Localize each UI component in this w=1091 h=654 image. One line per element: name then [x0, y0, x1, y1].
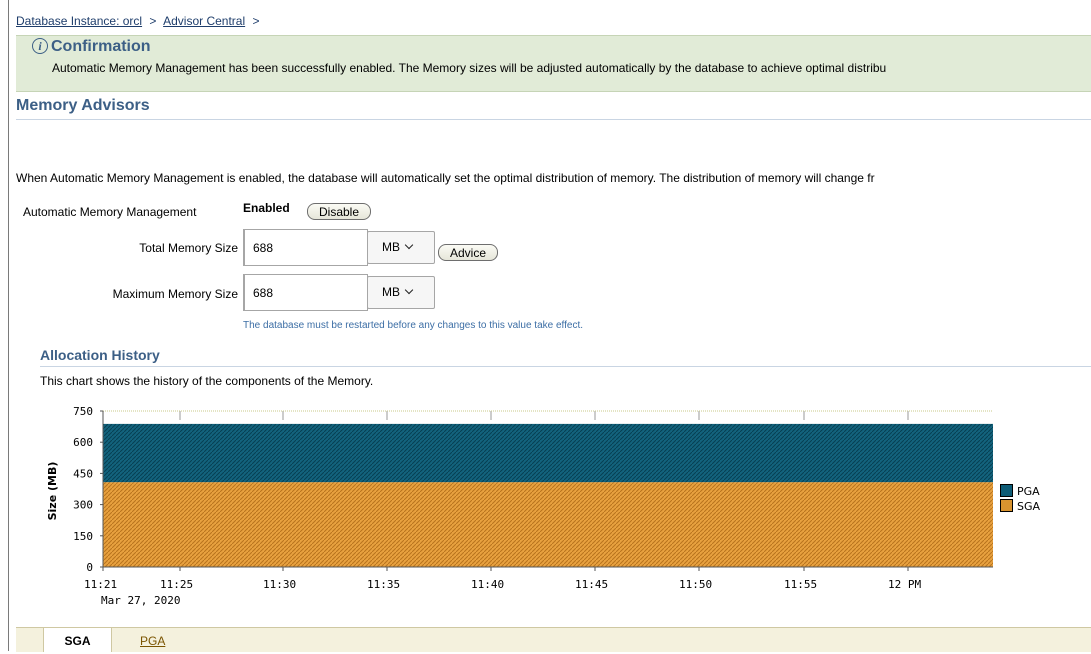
- intro-text: When Automatic Memory Management is enab…: [16, 171, 875, 185]
- allocation-history-description: This chart shows the history of the comp…: [40, 374, 374, 388]
- y-axis-label: Size (MB): [46, 462, 59, 521]
- total-memory-unit-value: MB: [382, 240, 400, 254]
- chart-grid: [102, 410, 993, 420]
- max-memory-unit-select[interactable]: MB: [367, 276, 435, 309]
- page-left-border: [8, 0, 9, 651]
- legend-label-sga: SGA: [1017, 500, 1041, 513]
- x-tick-label: 11:25: [160, 578, 193, 591]
- x-tick-label: 11:50: [679, 578, 712, 591]
- x-tick-label: 11:30: [263, 578, 296, 591]
- restart-hint: The database must be restarted before an…: [243, 320, 584, 331]
- legend-swatch-pga: [1000, 484, 1013, 497]
- x-tick-label: 11:35: [367, 578, 400, 591]
- confirmation-box: i Confirmation Automatic Memory Managemen…: [16, 35, 1091, 92]
- y-tick-label: 750: [73, 405, 93, 418]
- allocation-history-title: Allocation History: [40, 347, 160, 363]
- max-memory-unit-value: MB: [382, 285, 400, 299]
- x-tick-label: 11:21: [84, 578, 117, 591]
- x-tick-label: 12 PM: [888, 578, 921, 591]
- y-tick-label: 0: [86, 561, 93, 574]
- chart-areas: [103, 423, 993, 567]
- area-sga: [103, 482, 993, 567]
- breadcrumb-separator: >: [149, 14, 157, 28]
- allocation-history-chart: 0 150 300 450 600 750 11:21 11:25 11:30 11:35 11:4…: [46, 405, 993, 607]
- y-tick-label: 600: [73, 436, 93, 449]
- confirmation-message: Automatic Memory Management has been suc…: [52, 61, 887, 75]
- confirmation-title: i Confirmation: [32, 38, 151, 56]
- area-pga: [103, 423, 993, 483]
- x-date-label: Mar 27, 2020: [101, 594, 180, 607]
- legend-item-pga: PGA: [1000, 484, 1040, 499]
- breadcrumb-link-database-instance[interactable]: Database Instance: orcl: [16, 14, 142, 28]
- info-icon: i: [32, 38, 48, 54]
- max-memory-label: Maximum Memory Size: [112, 287, 238, 301]
- total-memory-input[interactable]: [244, 229, 368, 266]
- chart-axes: 0 150 300 450 600 750 11:21 11:25 11:30 11:35 11:4…: [73, 405, 993, 607]
- confirmation-title-text: Confirmation: [51, 38, 151, 55]
- x-tick-label: 11:55: [784, 578, 817, 591]
- max-memory-input[interactable]: [244, 274, 368, 311]
- chevron-down-icon: [404, 285, 414, 295]
- y-tick-label: 300: [73, 499, 93, 512]
- legend-item-sga: SGA: [1000, 499, 1040, 514]
- chevron-down-icon: [404, 240, 414, 250]
- page-title-rule: [16, 119, 1091, 120]
- total-memory-unit-select[interactable]: MB: [367, 231, 435, 264]
- y-tick-label: 150: [73, 530, 93, 543]
- total-memory-label: Total Memory Size: [139, 241, 238, 255]
- x-tick-label: 11:40: [471, 578, 504, 591]
- legend-label-pga: PGA: [1017, 485, 1040, 498]
- breadcrumb-separator: >: [252, 14, 260, 28]
- advice-button[interactable]: Advice: [438, 244, 498, 261]
- amm-status: Enabled: [243, 201, 290, 215]
- x-tick-label: 11:45: [575, 578, 608, 591]
- page-title: Memory Advisors: [16, 97, 150, 114]
- amm-label: Automatic Memory Management: [23, 205, 197, 219]
- tab-sga[interactable]: SGA: [43, 628, 112, 652]
- tab-pga[interactable]: PGA: [140, 628, 165, 654]
- y-tick-label: 450: [73, 467, 93, 480]
- disable-button[interactable]: Disable: [307, 203, 371, 220]
- breadcrumb-link-advisor-central[interactable]: Advisor Central: [163, 14, 245, 28]
- legend-swatch-sga: [1000, 499, 1013, 512]
- subtab-bar: SGA PGA: [16, 627, 1091, 652]
- chart-legend: PGA SGA: [1000, 484, 1040, 514]
- breadcrumb: Database Instance: orcl > Advisor Centra…: [16, 14, 260, 28]
- allocation-history-rule: [40, 366, 1091, 367]
